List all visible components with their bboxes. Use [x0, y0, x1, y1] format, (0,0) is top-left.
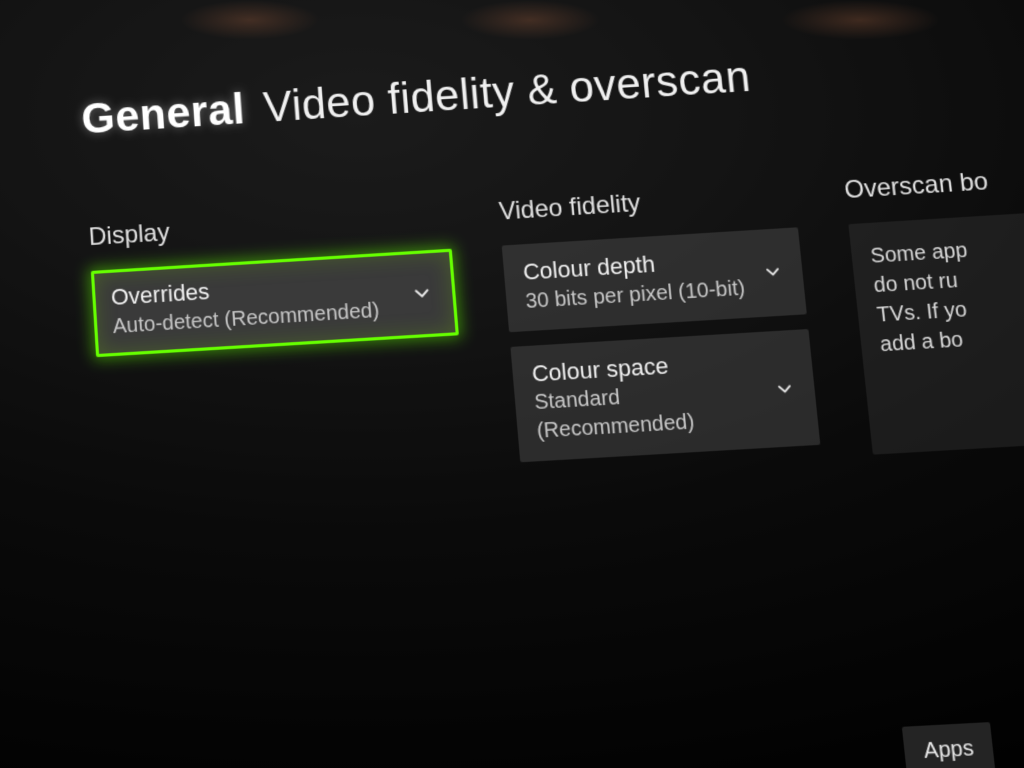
breadcrumb-category: General [80, 84, 247, 143]
chevron-down-icon [410, 282, 435, 306]
colour-space-dropdown[interactable]: Colour space Standard (Recommended) [511, 329, 821, 463]
page-header: General Video fidelity & overscan [80, 32, 1024, 144]
video-fidelity-section-label: Video fidelity [498, 179, 796, 226]
chevron-down-icon [773, 377, 796, 399]
chevron-down-icon [761, 261, 784, 283]
colour-space-value: Standard (Recommended) [533, 376, 765, 447]
overrides-dropdown[interactable]: Overrides Auto-detect (Recommended) [91, 249, 459, 357]
display-section-label: Display [88, 201, 450, 252]
page-title: Video fidelity & overscan [262, 52, 753, 132]
colour-depth-dropdown[interactable]: Colour depth 30 bits per pixel (10-bit) [502, 227, 807, 332]
overscan-section-label: Overscan bo [843, 162, 1024, 205]
overscan-description: Some app do not ru TVs. If yo add a bo [848, 210, 1024, 455]
apps-button[interactable]: Apps [902, 722, 996, 768]
